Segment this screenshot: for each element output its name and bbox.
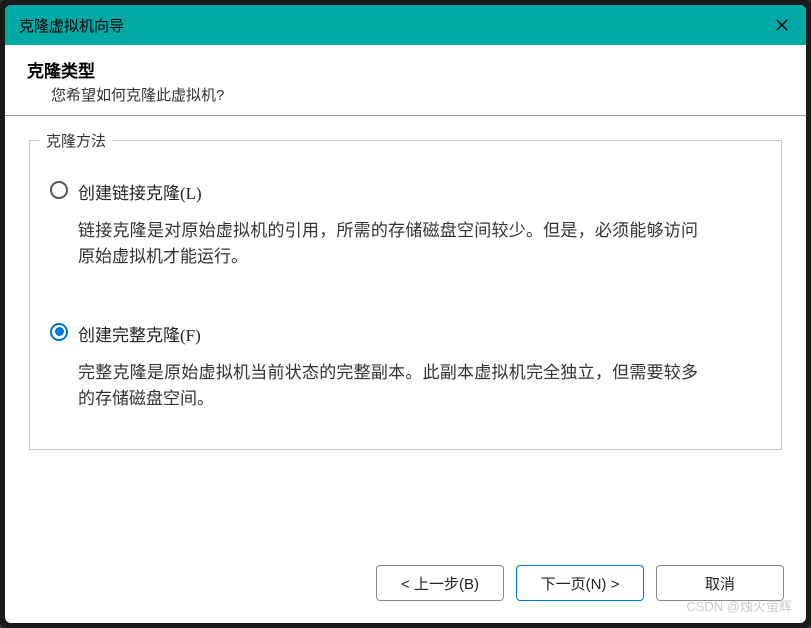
close-button[interactable] (772, 15, 792, 35)
option-full-clone-desc: 完整克隆是原始虚拟机当前状态的完整副本。此副本虚拟机完全独立，但需要较多的存储磁… (78, 360, 698, 413)
radio-full-clone[interactable] (50, 323, 68, 341)
option-linked-clone-label[interactable]: 创建链接克隆(L) (78, 179, 202, 204)
close-icon (775, 18, 789, 32)
page-subtitle: 您希望如何克隆此虚拟机? (27, 84, 784, 105)
back-button[interactable]: < 上一步(B) (376, 565, 504, 601)
option-linked-clone-desc: 链接克隆是对原始虚拟机的引用，所需的存储磁盘空间较少。但是，必须能够访问原始虚拟… (78, 218, 698, 271)
wizard-footer: < 上一步(B) 下一页(N) > 取消 (5, 549, 806, 623)
fieldset-legend: 克隆方法 (40, 130, 112, 151)
titlebar: 克隆虚拟机向导 (5, 5, 806, 45)
option-full-clone-label[interactable]: 创建完整克隆(F) (78, 321, 201, 346)
cancel-button[interactable]: 取消 (656, 565, 784, 601)
radio-linked-clone[interactable] (50, 181, 68, 199)
dialog-title: 克隆虚拟机向导 (19, 15, 124, 36)
page-title: 克隆类型 (27, 57, 784, 82)
option-linked-clone[interactable]: 创建链接克隆(L) (50, 179, 761, 204)
clone-vm-wizard-dialog: 克隆虚拟机向导 克隆类型 您希望如何克隆此虚拟机? 克隆方法 创 (5, 5, 806, 623)
wizard-content: 克隆方法 创建链接克隆(L) 链接克隆是对原始虚拟机的引用，所需的存储磁盘空间较… (5, 116, 806, 549)
option-full-clone[interactable]: 创建完整克隆(F) (50, 321, 761, 346)
wizard-header: 克隆类型 您希望如何克隆此虚拟机? (5, 45, 806, 116)
next-button[interactable]: 下一页(N) > (516, 565, 644, 601)
clone-method-fieldset: 克隆方法 创建链接克隆(L) 链接克隆是对原始虚拟机的引用，所需的存储磁盘空间较… (29, 140, 782, 450)
